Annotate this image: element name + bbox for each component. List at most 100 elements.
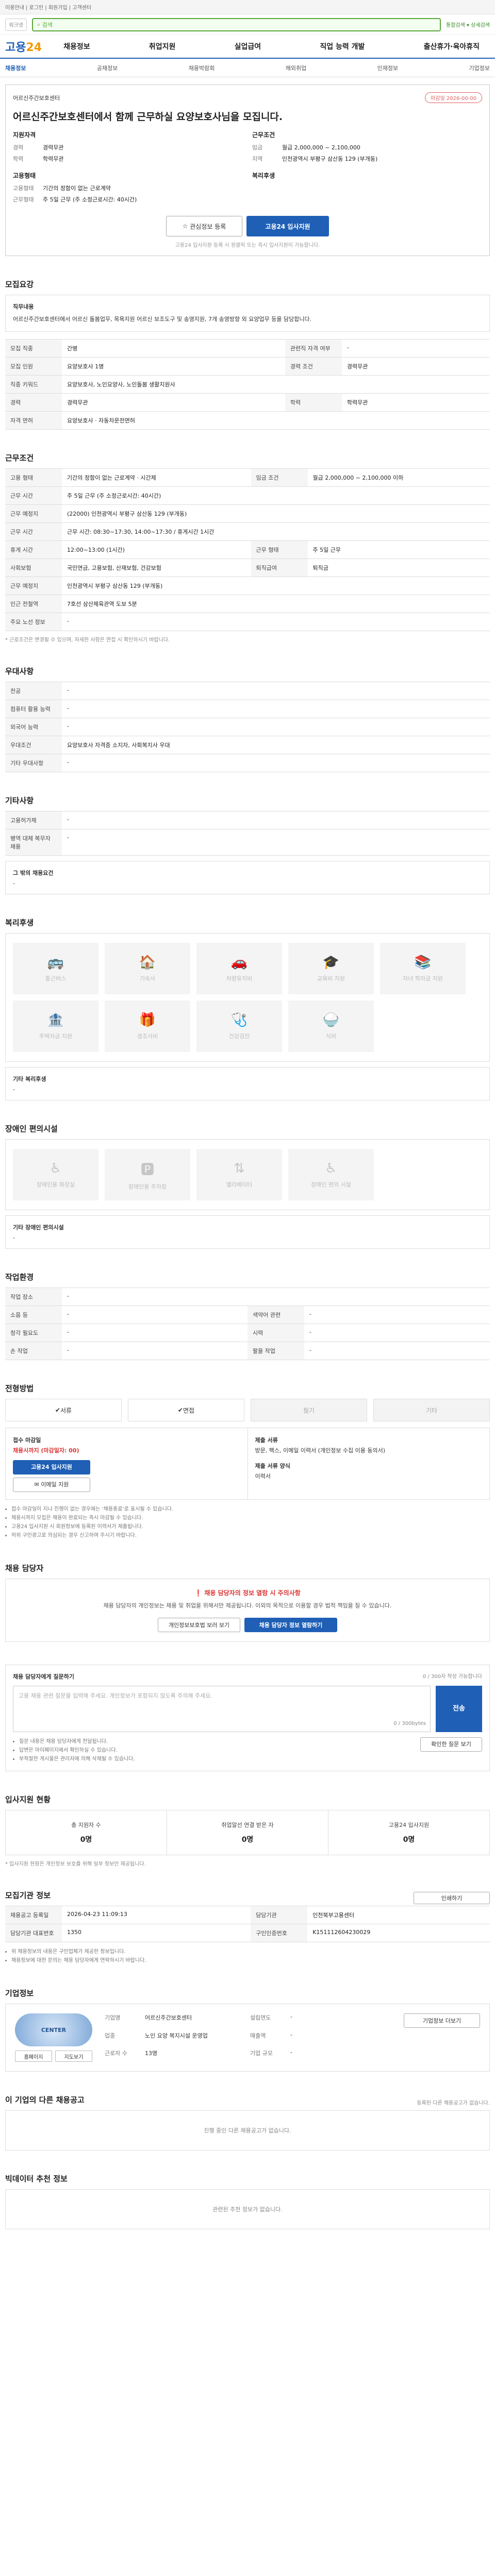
- summary-row: 근무형태 주 5일 근무 (주 소정근로시간: 40시간): [13, 194, 243, 206]
- disability-icon: ⇅: [234, 1161, 245, 1176]
- row-label: 팔을 작업: [248, 1342, 304, 1360]
- welfare-icon: 🩺: [230, 1012, 248, 1028]
- table-row: 전공 -: [5, 682, 490, 700]
- row-value: -: [341, 339, 490, 358]
- row-value: -: [304, 1324, 490, 1342]
- table-row: 근무 예정지 인천광역시 부평구 삼산동 129 (부개동): [5, 577, 490, 595]
- company-value: 13명: [145, 2050, 158, 2057]
- duty-text: 어르신주간보호센터에서 어르신 돌봄업무, 목욕지원 어르신 보조도구 및 송영…: [13, 316, 312, 323]
- disability-extra-value: -: [13, 1234, 15, 1241]
- row-value: 경력무관: [62, 393, 285, 412]
- other-title: 기타사항: [5, 796, 34, 805]
- view-manager-button[interactable]: 채용 담당자 정보 열람하기: [244, 1618, 337, 1632]
- subnav-item-3[interactable]: 해외취업: [286, 64, 306, 72]
- goyong24-logo[interactable]: 고용24: [5, 38, 42, 55]
- subnav-item-2[interactable]: 채용박람회: [189, 64, 215, 72]
- table-row: 근무 예정지 (22000) 인천광역시 부평구 삼산동 129 (부개동): [5, 504, 490, 523]
- interest-register-button[interactable]: ☆ 관심정보 등록: [166, 216, 242, 236]
- conditions-title: 근무조건: [5, 453, 34, 463]
- gnb-item-0[interactable]: 채용정보: [63, 41, 90, 52]
- table-row: 모집 직종 간병 관련직 자격 여부 -: [5, 339, 490, 358]
- check-question-button[interactable]: 확인한 질문 보기: [420, 1737, 482, 1752]
- employment-heading: 고용형태: [13, 172, 36, 179]
- welfare-label: 통근버스: [45, 975, 67, 982]
- disability-icon: ♿: [50, 1161, 62, 1176]
- gnb-item-3[interactable]: 직업 능력 개발: [320, 41, 365, 52]
- summary-value: 학력무관: [43, 156, 64, 162]
- site-logo[interactable]: 워크넷: [5, 18, 27, 31]
- row-value: 요양보호사 · 자동차운전면허: [62, 411, 490, 430]
- disability-extra-label: 기타 장애인 편의시설: [13, 1224, 64, 1231]
- other-jobs-section: 이 기업의 다른 채용공고 등록된 다른 채용공고가 없습니다. 진행 중인 다…: [5, 2094, 490, 2150]
- welfare-item: 🚗 차량유지비: [196, 943, 282, 994]
- row-label: 휴게 시간: [5, 540, 62, 559]
- gnb-item-2[interactable]: 실업급여: [235, 41, 261, 52]
- welfare-item: 🚌 통근버스: [13, 943, 98, 994]
- row-label: 우대조건: [5, 736, 62, 754]
- homepage-button[interactable]: 홈페이지: [15, 2050, 52, 2062]
- row-label: 고용 형태: [5, 468, 62, 487]
- other-section: 기타사항 고용허가제 - 병역 대체 복무자 채용 - 그 밖의 채용요건 -: [5, 795, 490, 894]
- inquiry-note: 질문 내용은 채용 담당자에게 전달됩니다.: [19, 1737, 135, 1746]
- privacy-law-button[interactable]: 개인정보보호법 보러 보기: [158, 1618, 240, 1632]
- map-button[interactable]: 지도보기: [55, 2050, 92, 2062]
- apply-deadline-col: 접수 마감일 채용시까지 (마감일자: 00) 고용24 입사지원 ✉ 이메일 …: [6, 1428, 248, 1499]
- row-label: 임금 조건: [251, 468, 308, 487]
- row-label: 주요 노선 정보: [5, 613, 62, 631]
- row-value: 국민연금, 고용보험, 산재보험, 건강보험: [62, 558, 251, 577]
- method-tab-2: 필기: [251, 1399, 367, 1421]
- duty-title: 직무내용: [13, 303, 34, 310]
- subnav-item-5[interactable]: 기업정보: [469, 64, 490, 72]
- row-value: 주 5일 근무: [307, 540, 490, 559]
- method-apply-button[interactable]: 고용24 입사지원: [13, 1460, 90, 1475]
- alert-title: 채용 담당자의 정보 열람 시 주의사항: [204, 1589, 301, 1597]
- agency-note: 위 채용정보의 내용은 구인업체가 제공한 정보입니다.: [11, 1947, 490, 1956]
- subnav-item-1[interactable]: 공채정보: [97, 64, 118, 72]
- method-notice: 고용24 입사지원 시 회원정보에 등록된 이력서가 제출됩니다.: [11, 1522, 490, 1531]
- apply-button[interactable]: 고용24 입사지원: [246, 216, 329, 236]
- method-notice: 허위 구인광고로 의심되는 경우 신고하여 주시기 바랍니다.: [11, 1531, 490, 1540]
- welfare-label: 식비: [325, 1033, 337, 1040]
- company-value: 노인 요양 복지시설 운영업: [145, 2032, 208, 2039]
- top-utility-bar: 이용안내 | 로그인 | 회원가입 | 고객센터: [0, 0, 495, 14]
- subnav-item-4[interactable]: 인재정보: [377, 64, 398, 72]
- row-value: 12:00~13:00 (1시간): [62, 540, 251, 559]
- gnb-item-4[interactable]: 출산휴가·육아휴직: [424, 41, 480, 52]
- print-button[interactable]: 인쇄하기: [414, 1891, 490, 1904]
- welfare-icon: 🚗: [230, 955, 248, 970]
- send-button[interactable]: 전송: [436, 1686, 482, 1732]
- welfare-label: 기숙사: [139, 975, 156, 982]
- recommend-title: 빅데이터 추천 정보: [5, 2174, 68, 2183]
- table-row: 휴게 시간 12:00~13:00 (1시간) 근무 형태 주 5일 근무: [5, 540, 490, 559]
- row-value: 1350: [62, 1924, 251, 1942]
- method-notice: 접수 마감일이 지나 진행이 없는 경우에는 ‘채용종료’로 표시될 수 있습니…: [11, 1505, 490, 1514]
- summary-key: 임금: [252, 144, 263, 151]
- disability-label: 장애인용 주차장: [128, 1183, 167, 1190]
- summary-row: 학력 학력무관: [13, 154, 243, 165]
- disability-icon: ♿: [325, 1161, 337, 1176]
- company-logo: CENTER: [15, 2013, 92, 2046]
- row-value: 요양보호사 1명: [62, 357, 285, 376]
- table-row: 주요 노선 정보 -: [5, 613, 490, 631]
- welfare-heading: 복리후생: [252, 172, 275, 179]
- check-icon: ✔: [55, 1406, 60, 1414]
- inquiry-textarea[interactable]: 고용 채용 관련 질문을 입력해 주세요. 개인정보가 포함되지 않도록 주의해…: [13, 1686, 431, 1732]
- subnav-item-0[interactable]: 채용정보: [5, 64, 26, 72]
- email-apply-button[interactable]: ✉ 이메일 지원: [13, 1478, 90, 1492]
- row-value: -: [62, 754, 490, 772]
- row-value: 간병: [62, 339, 285, 358]
- row-value: -: [304, 1342, 490, 1360]
- detail-search-link[interactable]: 통합검색 ▾ 상세검색: [446, 21, 490, 28]
- company-detail-button[interactable]: 기업정보 더보기: [404, 2013, 480, 2028]
- table-row: 근무 시간 근무 시간: 08:30~17:30, 14:00~17:30 / 휴…: [5, 522, 490, 541]
- welfare-label: 차량유지비: [226, 975, 253, 982]
- search-icon: ⌕: [37, 21, 41, 28]
- utility-links[interactable]: 이용안내 | 로그인 | 회원가입 | 고객센터: [5, 3, 91, 11]
- table-row: 손 작업 - 팔을 작업 -: [5, 1342, 490, 1360]
- company-name[interactable]: 어르신주간보호센터: [13, 94, 60, 102]
- gnb-item-1[interactable]: 취업지원: [149, 41, 176, 52]
- table-row: 우대조건 요양보호사 자격증 소지자, 사회복지사 우대: [5, 736, 490, 754]
- search-placeholder: 검색: [42, 21, 53, 28]
- search-input[interactable]: ⌕ 검색: [32, 18, 441, 31]
- table-row: 채용공고 등록일 2026-04-23 11:09:13 담당기관 인천북부고용센터: [5, 1906, 490, 1924]
